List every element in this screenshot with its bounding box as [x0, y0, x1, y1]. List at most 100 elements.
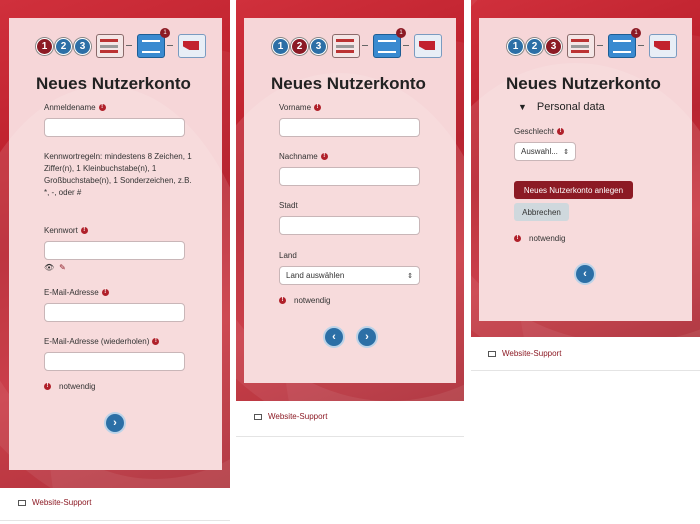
password-label-text: Kennwort	[44, 226, 78, 235]
divider	[471, 370, 700, 371]
required-note: ! notwendig	[514, 234, 565, 243]
mail-icon: 1	[608, 28, 641, 58]
support-footer: Website-Support	[18, 498, 91, 507]
create-account-button[interactable]: Neues Nutzerkonto anlegen	[514, 181, 633, 199]
required-icon: !	[152, 338, 160, 346]
page-title: Neues Nutzerkonto	[36, 74, 191, 93]
support-link[interactable]: Website-Support	[32, 498, 91, 507]
connector	[638, 45, 644, 47]
support-link[interactable]: Website-Support	[268, 412, 327, 421]
divider	[0, 520, 230, 521]
required-icon: !	[320, 153, 328, 161]
step3-panel: 1 2 3 1 Neues Nutzerkonto ▼ Personal dat…	[471, 0, 700, 375]
chevron-right-icon: ›	[113, 417, 117, 429]
email-repeat-input[interactable]	[44, 352, 185, 371]
connector	[597, 45, 603, 47]
connector	[126, 45, 132, 47]
city-input[interactable]	[279, 216, 420, 235]
lastname-input[interactable]	[279, 167, 420, 186]
chevron-left-icon: ‹	[583, 268, 587, 280]
username-label: Anmeldename!	[44, 103, 106, 112]
required-note-text: notwendig	[294, 296, 331, 305]
required-icon: !	[557, 128, 565, 136]
lastname-label-text: Nachname	[279, 152, 318, 161]
step-number: 2	[291, 37, 308, 55]
required-icon: !	[314, 104, 322, 112]
envelope-icon	[488, 350, 496, 357]
country-label: Land	[279, 251, 297, 260]
connector	[403, 45, 409, 47]
connector	[167, 45, 173, 47]
username-label-text: Anmeldename	[44, 103, 96, 112]
city-label: Stadt	[279, 201, 298, 210]
city-label-text: Stadt	[279, 201, 298, 210]
step-number: 2	[526, 37, 543, 55]
email-label-text: E-Mail-Adresse	[44, 288, 99, 297]
personal-data-toggle[interactable]: ▼ Personal data	[518, 101, 605, 113]
notification-badge: 1	[631, 28, 641, 38]
envelope-icon	[649, 34, 677, 58]
step-number: 1	[272, 37, 289, 55]
required-note: ! notwendig	[44, 382, 95, 391]
country-select-value: Land auswählen	[286, 271, 345, 280]
prev-button[interactable]: ‹	[325, 328, 343, 346]
select-arrows-icon: ⇕	[563, 148, 569, 156]
required-note-text: notwendig	[59, 382, 96, 391]
required-note-text: notwendig	[529, 234, 566, 243]
country-select[interactable]: Land auswählen ⇕	[279, 266, 420, 285]
mail-icon: 1	[137, 28, 170, 58]
password-tools: 👁 ✎	[44, 263, 66, 272]
username-input[interactable]	[44, 118, 185, 137]
step-number: 3	[74, 37, 91, 55]
firstname-input[interactable]	[279, 118, 420, 137]
required-note: ! notwendig	[279, 296, 330, 305]
email-input[interactable]	[44, 303, 185, 322]
next-button[interactable]: ›	[106, 414, 124, 432]
chevron-down-icon: ▼	[518, 102, 527, 112]
step-indicator: 1 2 3 1	[507, 28, 677, 58]
page-title: Neues Nutzerkonto	[271, 74, 426, 93]
chevron-left-icon: ‹	[332, 331, 336, 343]
password-label: Kennwort!	[44, 226, 88, 235]
page-title: Neues Nutzerkonto	[506, 74, 661, 93]
email-repeat-label: E-Mail-Adresse (wiederholen)!	[44, 337, 160, 346]
divider	[236, 436, 464, 437]
required-icon: !	[98, 104, 106, 112]
required-icon: !	[101, 289, 109, 297]
prev-button[interactable]: ‹	[576, 265, 594, 283]
required-icon: !	[279, 297, 286, 305]
envelope-icon	[178, 34, 206, 58]
connector	[362, 45, 368, 47]
lastname-label: Nachname!	[279, 152, 328, 161]
signup-card	[236, 18, 464, 440]
email-label: E-Mail-Adresse!	[44, 288, 109, 297]
step2-panel: 1 2 3 1 Neues Nutzerkonto Vorname! Nachn…	[236, 0, 464, 440]
support-link[interactable]: Website-Support	[502, 349, 561, 358]
eye-icon[interactable]: 👁	[44, 263, 54, 272]
envelope-icon	[18, 499, 26, 506]
firstname-label-text: Vorname	[279, 103, 312, 112]
section-title: Personal data	[536, 101, 605, 113]
country-label-text: Land	[279, 251, 297, 260]
gender-label: Geschlecht!	[514, 127, 565, 136]
step-number: 1	[36, 37, 53, 55]
next-button[interactable]: ›	[358, 328, 376, 346]
step-indicator: 1 2 3 1	[36, 28, 206, 58]
step1-panel: 1 2 3 1 Neues Nutzerkonto Anmeldename! K…	[0, 0, 230, 524]
firstname-label: Vorname!	[279, 103, 322, 112]
select-arrows-icon: ⇕	[407, 272, 413, 280]
form-icon	[96, 34, 124, 58]
mail-icon: 1	[373, 28, 406, 58]
support-footer: Website-Support	[488, 349, 561, 358]
required-icon: !	[514, 235, 521, 243]
notification-badge: 1	[160, 28, 170, 38]
form-icon	[567, 34, 595, 58]
step-number: 1	[507, 37, 524, 55]
cancel-button[interactable]: Abbrechen	[514, 203, 569, 221]
email-repeat-label-text: E-Mail-Adresse (wiederholen)	[44, 337, 150, 346]
envelope-icon	[414, 34, 442, 58]
password-input[interactable]	[44, 241, 185, 260]
pencil-icon[interactable]: ✎	[59, 263, 66, 272]
chevron-right-icon: ›	[365, 331, 369, 343]
gender-select[interactable]: Auswahl... ⇕	[514, 142, 576, 161]
